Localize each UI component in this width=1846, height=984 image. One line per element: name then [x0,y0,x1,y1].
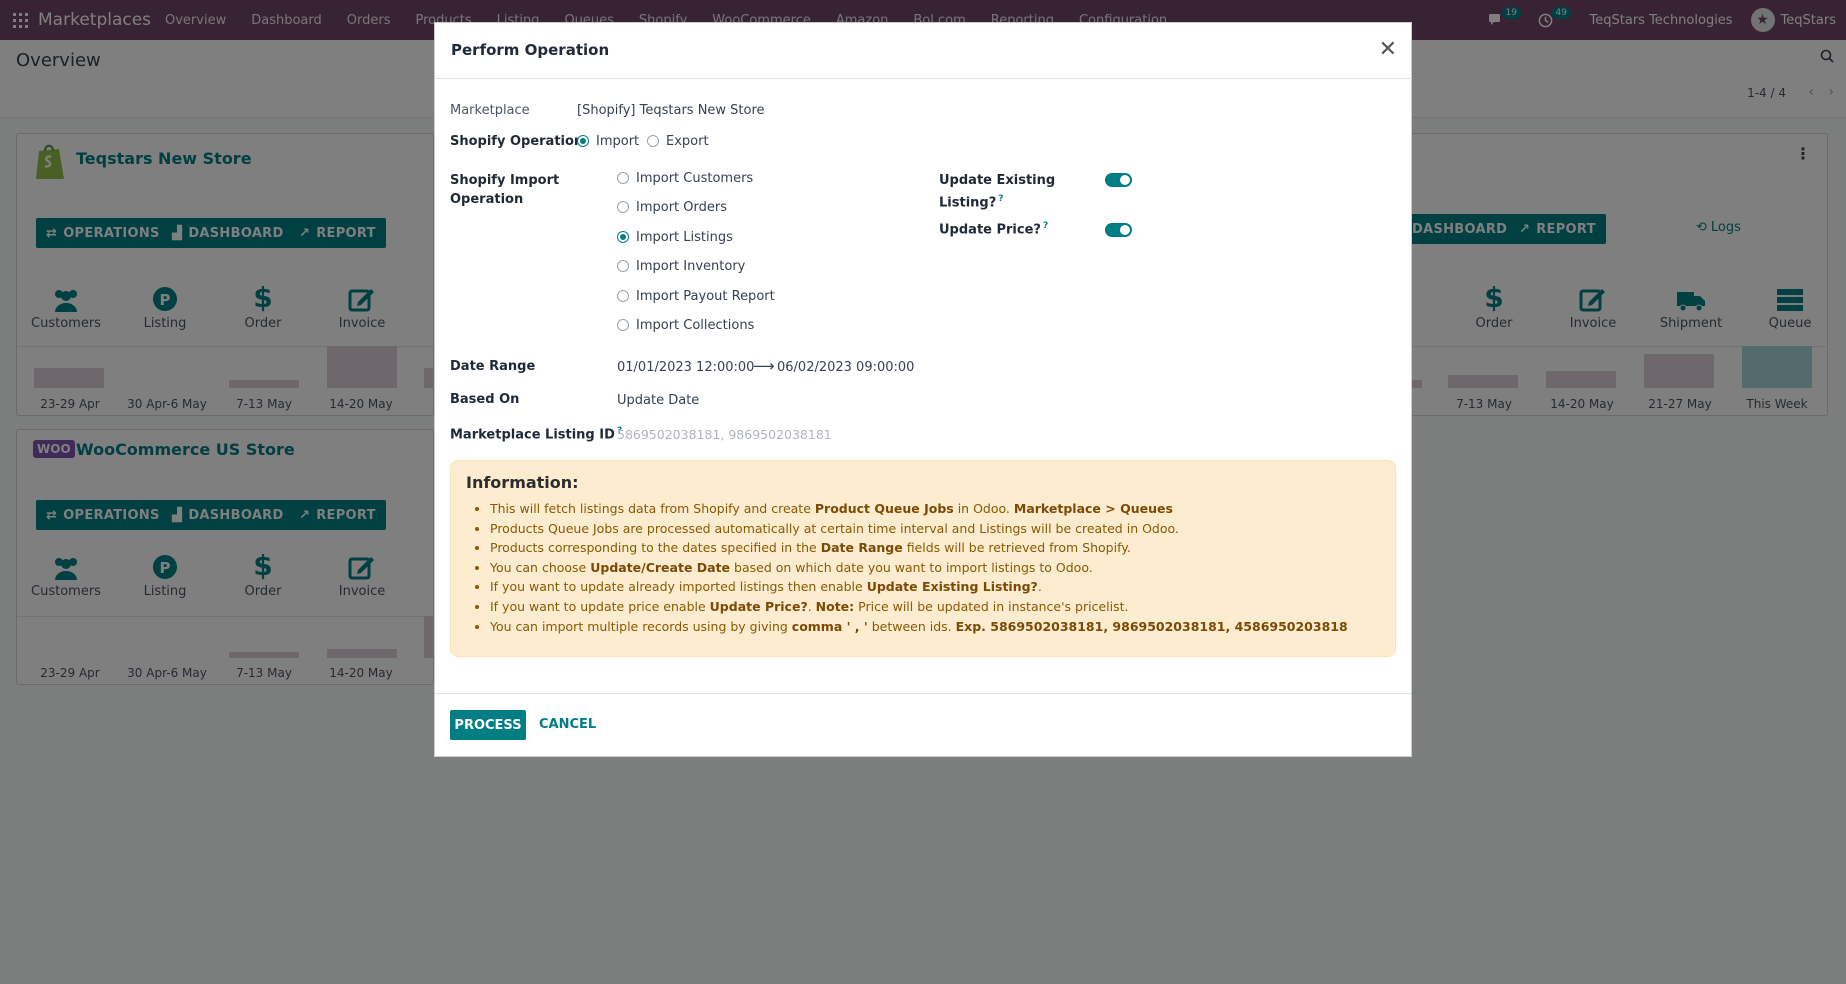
perform-operation-dialog: Perform Operation ✕ Marketplace [Shopify… [434,22,1412,757]
marketplace-field[interactable]: [Shopify] Teqstars New Store [577,103,765,118]
radio-label: Import Collections [636,318,755,333]
radio-label: Import [596,134,640,149]
import-operation-label: Shopify Import Operation [450,173,560,207]
radio-label: Export [666,134,709,149]
date-to-input[interactable]: 06/02/2023 09:00:00 [777,360,914,375]
process-button[interactable]: PROCESS [450,710,526,740]
information-item: Products corresponding to the dates spec… [490,538,1376,558]
arrow-right-icon: ⟶ [753,357,775,375]
radio-label: Import Payout Report [636,289,775,304]
help-tooltip-icon[interactable]: ? [1043,221,1048,231]
date-from-input[interactable]: 01/01/2023 12:00:00 [617,360,754,375]
close-icon[interactable]: ✕ [1379,39,1397,61]
information-item: If you want to update price enable Updat… [490,597,1376,617]
radio-label: Import Customers [636,171,754,186]
cancel-button[interactable]: CANCEL [539,717,596,732]
help-tooltip-icon[interactable]: ? [998,194,1003,204]
radio-icon [617,319,629,331]
import-option-collections[interactable]: Import Collections [617,318,754,333]
modal-title: Perform Operation [451,41,610,59]
import-option-customers[interactable]: Import Customers [617,171,753,186]
modal-header: Perform Operation ✕ [435,23,1411,79]
radio-icon [647,135,659,147]
information-title: Information: [466,473,579,492]
operation-radio-export[interactable]: Export [647,134,709,149]
marketplace-label: Marketplace [450,103,530,118]
update-price-label: Update Price?? [939,221,1049,238]
radio-icon [617,260,629,272]
information-list: This will fetch listings data from Shopi… [466,499,1376,636]
update-price-toggle[interactable] [1105,223,1132,237]
import-option-inventory[interactable]: Import Inventory [617,259,745,274]
date-range-label: Date Range [450,359,536,374]
information-item: If you want to update already imported l… [490,577,1376,597]
import-option-listings[interactable]: Import Listings [617,230,733,245]
radio-label: Import Listings [636,230,733,245]
radio-icon [617,290,629,302]
listing-id-label: Marketplace Listing ID? [450,426,623,443]
information-item: Products Queue Jobs are processed automa… [490,519,1376,539]
radio-icon [617,201,629,213]
listing-id-input[interactable]: 5869502038181, 9869502038181 [617,427,832,442]
shopify-operation-label: Shopify Operation [450,134,584,149]
operation-radio-import[interactable]: Import [577,134,639,149]
information-box: Information: This will fetch listings da… [450,460,1396,657]
radio-selected-icon [617,231,629,243]
modal-footer: PROCESS CANCEL [435,693,1411,757]
based-on-select[interactable]: Update Date [617,393,699,408]
radio-selected-icon [577,135,589,147]
import-option-orders[interactable]: Import Orders [617,200,727,215]
information-item: You can choose Update/Create Date based … [490,558,1376,578]
radio-label: Import Orders [636,200,727,215]
information-item: This will fetch listings data from Shopi… [490,499,1376,519]
update-existing-label: Update Existing Listing?? [939,173,1056,211]
based-on-label: Based On [450,392,520,407]
import-option-payout-report[interactable]: Import Payout Report [617,289,775,304]
radio-icon [617,172,629,184]
information-item: You can import multiple records using by… [490,617,1376,637]
radio-label: Import Inventory [636,259,746,274]
update-existing-toggle[interactable] [1105,173,1132,187]
